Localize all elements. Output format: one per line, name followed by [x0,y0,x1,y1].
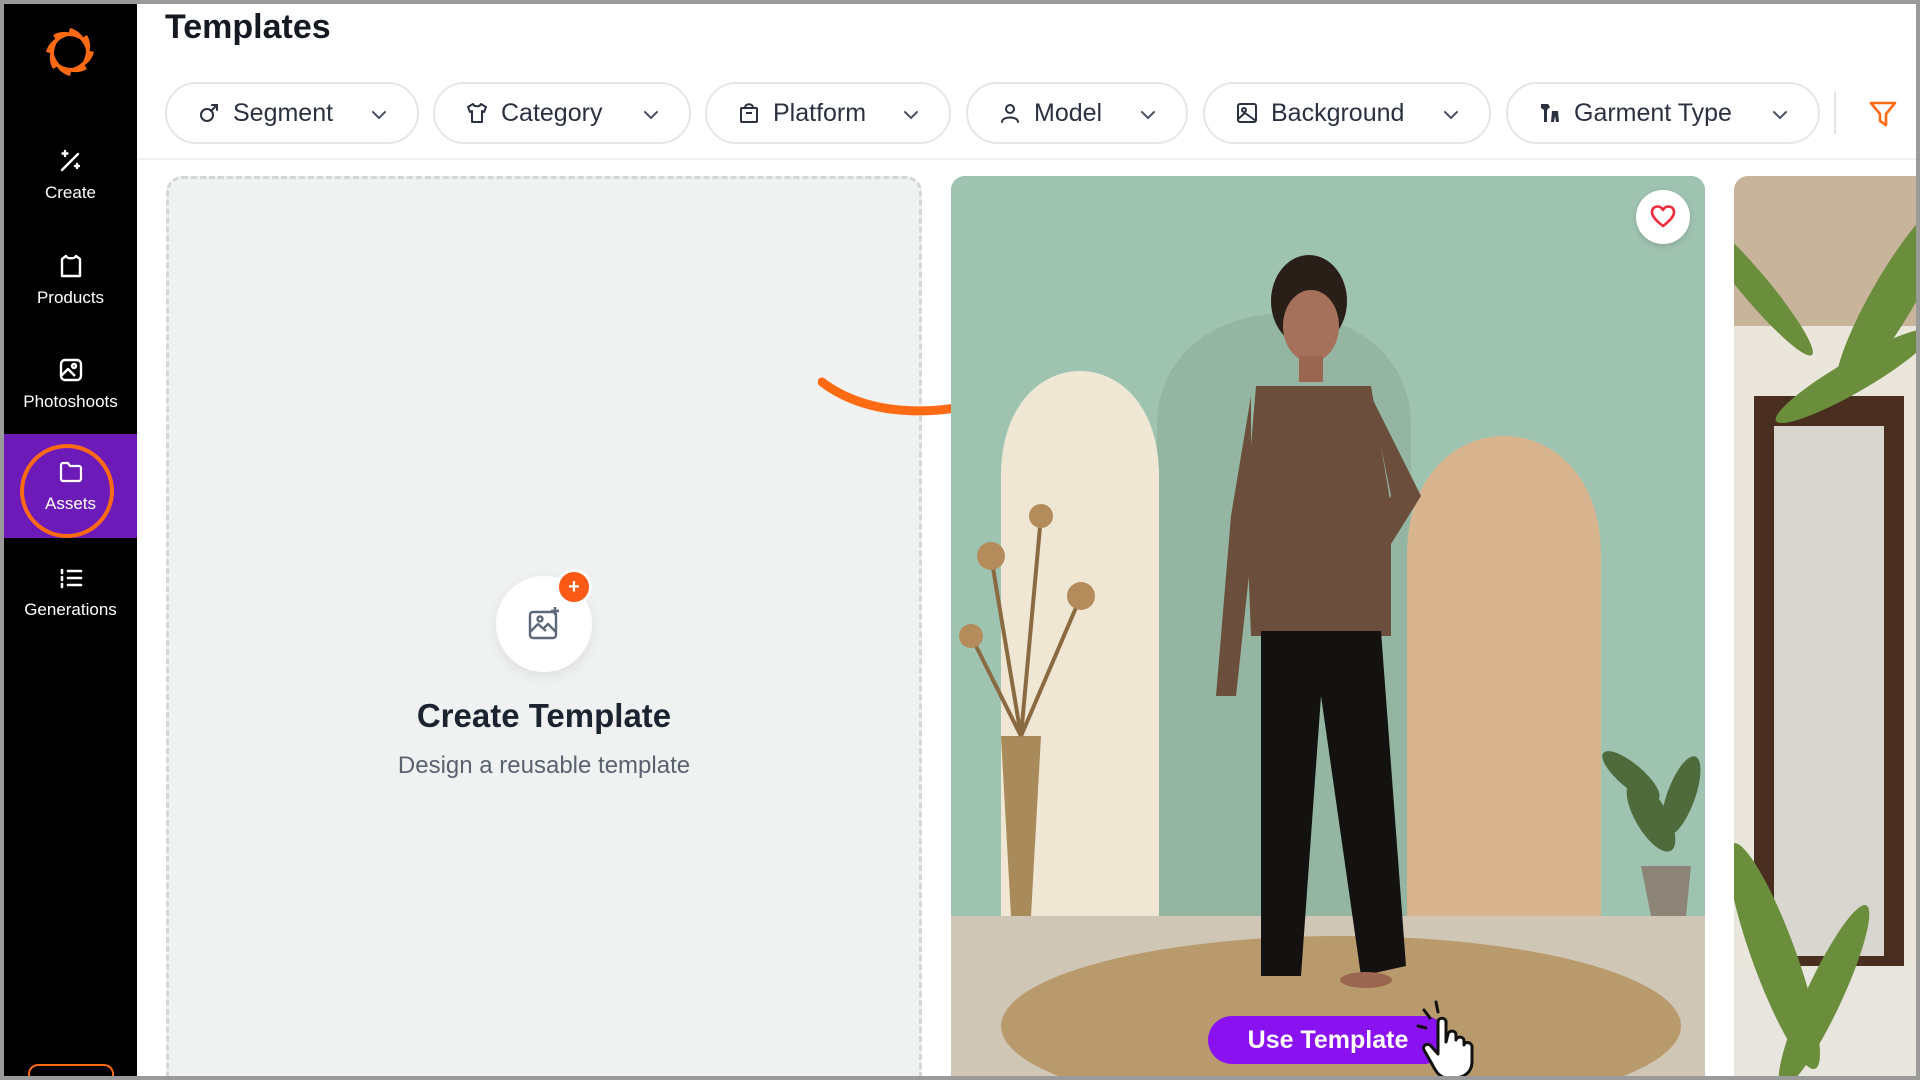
create-template-card[interactable]: + Create Template Design a reusable temp… [166,176,922,1080]
use-template-button[interactable]: Use Template [1208,1016,1448,1064]
sidebar-item-generations[interactable]: Generations [4,542,137,642]
image-add-icon [528,607,559,640]
person-icon [1001,104,1019,123]
sidebar-item-label: Generations [24,600,117,619]
template-preview-image [951,176,1705,1080]
chevron-down-icon [372,111,386,120]
shopping-bag-icon [740,103,758,123]
add-badge: + [556,569,592,605]
create-template-title: Create Template [416,697,672,734]
app-logo-icon[interactable] [42,24,98,80]
page-title: Templates [165,8,331,46]
chevron-down-icon [644,111,658,120]
filter-model[interactable]: Model [966,82,1188,144]
heart-icon [1650,205,1676,228]
magic-wand-icon [60,149,80,172]
filter-category[interactable]: Category [433,82,691,144]
sidebar: Create Products Photoshoots Assets Gener… [4,4,137,1080]
sidebar-item-label: Create [44,183,97,202]
filter-background[interactable]: Background [1203,82,1491,144]
create-template-subtitle: Design a reusable template [397,752,691,779]
shirt-icon [467,103,487,123]
header-divider [137,158,1920,160]
sidebar-item-label: Products [36,288,105,307]
garment-icon [1541,104,1559,122]
template-preview-image [1734,176,1920,1080]
template-card[interactable] [1734,176,1920,1080]
sidebar-item-label: Photoshoots [23,392,118,411]
filter-garment-type[interactable]: Garment Type [1506,82,1820,144]
sidebar-item-assets[interactable]: Assets [4,434,137,538]
image-gallery-icon [59,358,82,382]
chevron-down-icon [1141,111,1155,120]
sidebar-item-products[interactable]: Products [4,230,137,330]
filter-icon[interactable] [1868,99,1898,129]
template-card[interactable] [951,176,1705,1080]
sidebar-bottom-button[interactable] [28,1064,114,1080]
image-icon [1237,103,1257,123]
chevron-down-icon [1773,111,1787,120]
sidebar-item-photoshoots[interactable]: Photoshoots [4,334,137,434]
filter-platform[interactable]: Platform [705,82,951,144]
chevron-down-icon [1444,111,1458,120]
shirt-icon [60,254,81,278]
gender-icon [200,104,218,122]
filter-divider [1834,92,1836,134]
folder-icon [59,461,82,483]
list-icon [60,568,82,589]
sidebar-item-label: Assets [44,494,97,513]
favorite-button[interactable] [1636,190,1690,244]
chevron-down-icon [904,111,918,120]
sidebar-item-create[interactable]: Create [4,125,137,225]
filter-segment[interactable]: Segment [165,82,419,144]
